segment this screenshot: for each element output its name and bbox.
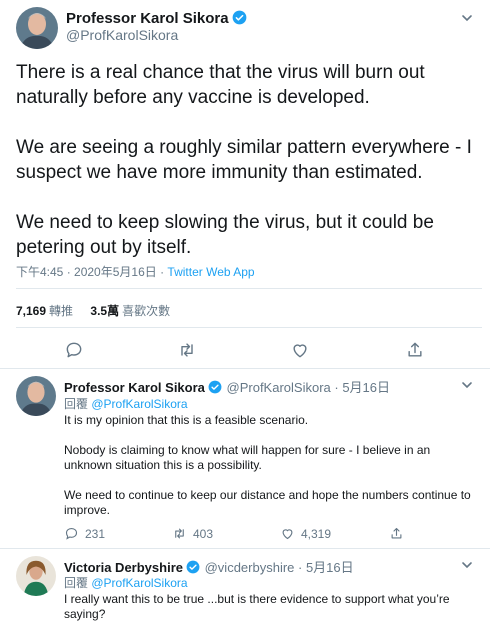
replying-to: 回覆 @ProfKarolSikora bbox=[64, 574, 188, 591]
replying-to-link[interactable]: @ProfKarolSikora bbox=[91, 576, 187, 590]
reply-header: Professor Karol Sikora @ProfKarolSikora … bbox=[64, 377, 390, 396]
reply-paragraph: Nobody is claiming to know what will hap… bbox=[64, 443, 431, 472]
share-icon[interactable] bbox=[405, 340, 425, 360]
chevron-down-icon[interactable] bbox=[460, 378, 474, 392]
divider bbox=[16, 288, 482, 289]
like-action[interactable]: 4,319 bbox=[280, 526, 331, 541]
tweet-meta: 下午4:45 · 2020年5月16日 · Twitter Web App bbox=[16, 263, 255, 280]
retweet-action[interactable]: 403 bbox=[172, 526, 213, 541]
likes-stat[interactable]: 3.5萬 喜歡次數 bbox=[90, 304, 170, 318]
retweet-count: 403 bbox=[193, 526, 214, 541]
reply-paragraph: We need to continue to keep our distance… bbox=[64, 488, 471, 517]
source-link[interactable]: Twitter Web App bbox=[167, 265, 254, 279]
likes-label: 喜歡次數 bbox=[122, 304, 171, 318]
author-handle[interactable]: @ProfKarolSikora bbox=[66, 27, 178, 43]
like-count: 4,319 bbox=[301, 526, 332, 541]
replying-to: 回覆 @ProfKarolSikora bbox=[64, 395, 188, 412]
tweet-paragraph: We are seeing a roughly similar pattern … bbox=[16, 137, 472, 183]
tweet-actions bbox=[0, 340, 490, 360]
tweet-paragraph: We need to keep slowing the virus, but i… bbox=[16, 212, 434, 258]
author-handle[interactable]: @vicderbyshire bbox=[205, 560, 295, 575]
retweets-count: 7,169 bbox=[16, 304, 47, 318]
timestamp[interactable]: 下午4:45 · 2020年5月16日 · bbox=[16, 265, 167, 279]
replying-to-link[interactable]: @ProfKarolSikora bbox=[91, 397, 187, 411]
reply-icon bbox=[65, 527, 78, 540]
author-name[interactable]: Victoria Derbyshire bbox=[64, 560, 183, 575]
tweet-paragraph: There is a real chance that the virus wi… bbox=[16, 62, 425, 108]
divider bbox=[16, 327, 482, 328]
retweets-stat[interactable]: 7,169 轉推 bbox=[16, 304, 73, 318]
retweet-icon[interactable] bbox=[177, 340, 197, 360]
reply-paragraph: I really want this to be true ...but is … bbox=[64, 592, 450, 621]
like-icon[interactable] bbox=[290, 340, 310, 360]
avatar[interactable] bbox=[16, 556, 56, 596]
verified-badge-icon bbox=[186, 560, 201, 575]
chevron-down-icon[interactable] bbox=[460, 558, 474, 572]
replying-prefix: 回覆 bbox=[64, 576, 92, 590]
reply-count: 231 bbox=[85, 526, 106, 541]
avatar[interactable] bbox=[16, 7, 58, 49]
reply-paragraph: It is my opinion that this is a feasible… bbox=[64, 413, 309, 427]
reply-actions: 231 403 4,319 bbox=[64, 526, 464, 542]
author-name[interactable]: Professor Karol Sikora bbox=[66, 10, 229, 27]
reply-tweet[interactable]: Professor Karol Sikora @ProfKarolSikora … bbox=[0, 368, 490, 548]
reply-tweet[interactable]: Victoria Derbyshire @vicderbyshire · 5月1… bbox=[0, 548, 490, 630]
verified-badge-icon bbox=[208, 380, 223, 395]
reply-date[interactable]: · 5月16日 bbox=[294, 560, 354, 575]
reply-text: I really want this to be true ...but is … bbox=[64, 592, 474, 622]
verified-badge-icon bbox=[232, 10, 247, 25]
avatar[interactable] bbox=[16, 376, 56, 416]
share-icon bbox=[391, 527, 402, 539]
replying-prefix: 回覆 bbox=[64, 397, 92, 411]
tweet-stats: 7,169 轉推 3.5萬 喜歡次數 bbox=[16, 302, 184, 319]
reply-date[interactable]: · 5月16日 bbox=[331, 380, 390, 395]
author-handle[interactable]: @ProfKarolSikora bbox=[227, 380, 331, 395]
author-name-row: Professor Karol Sikora bbox=[66, 10, 247, 28]
reply-icon[interactable] bbox=[64, 340, 84, 360]
chevron-down-icon[interactable] bbox=[460, 11, 474, 25]
retweet-icon bbox=[175, 528, 184, 539]
retweets-label: 轉推 bbox=[49, 304, 74, 318]
reply-text: It is my opinion that this is a feasible… bbox=[64, 413, 474, 518]
reply-action[interactable]: 231 bbox=[64, 526, 105, 541]
likes-count: 3.5萬 bbox=[90, 304, 120, 318]
share-action[interactable] bbox=[389, 526, 404, 541]
author-name[interactable]: Professor Karol Sikora bbox=[64, 380, 205, 395]
tweet-text: There is a real chance that the virus wi… bbox=[16, 60, 481, 260]
like-icon bbox=[282, 529, 293, 540]
